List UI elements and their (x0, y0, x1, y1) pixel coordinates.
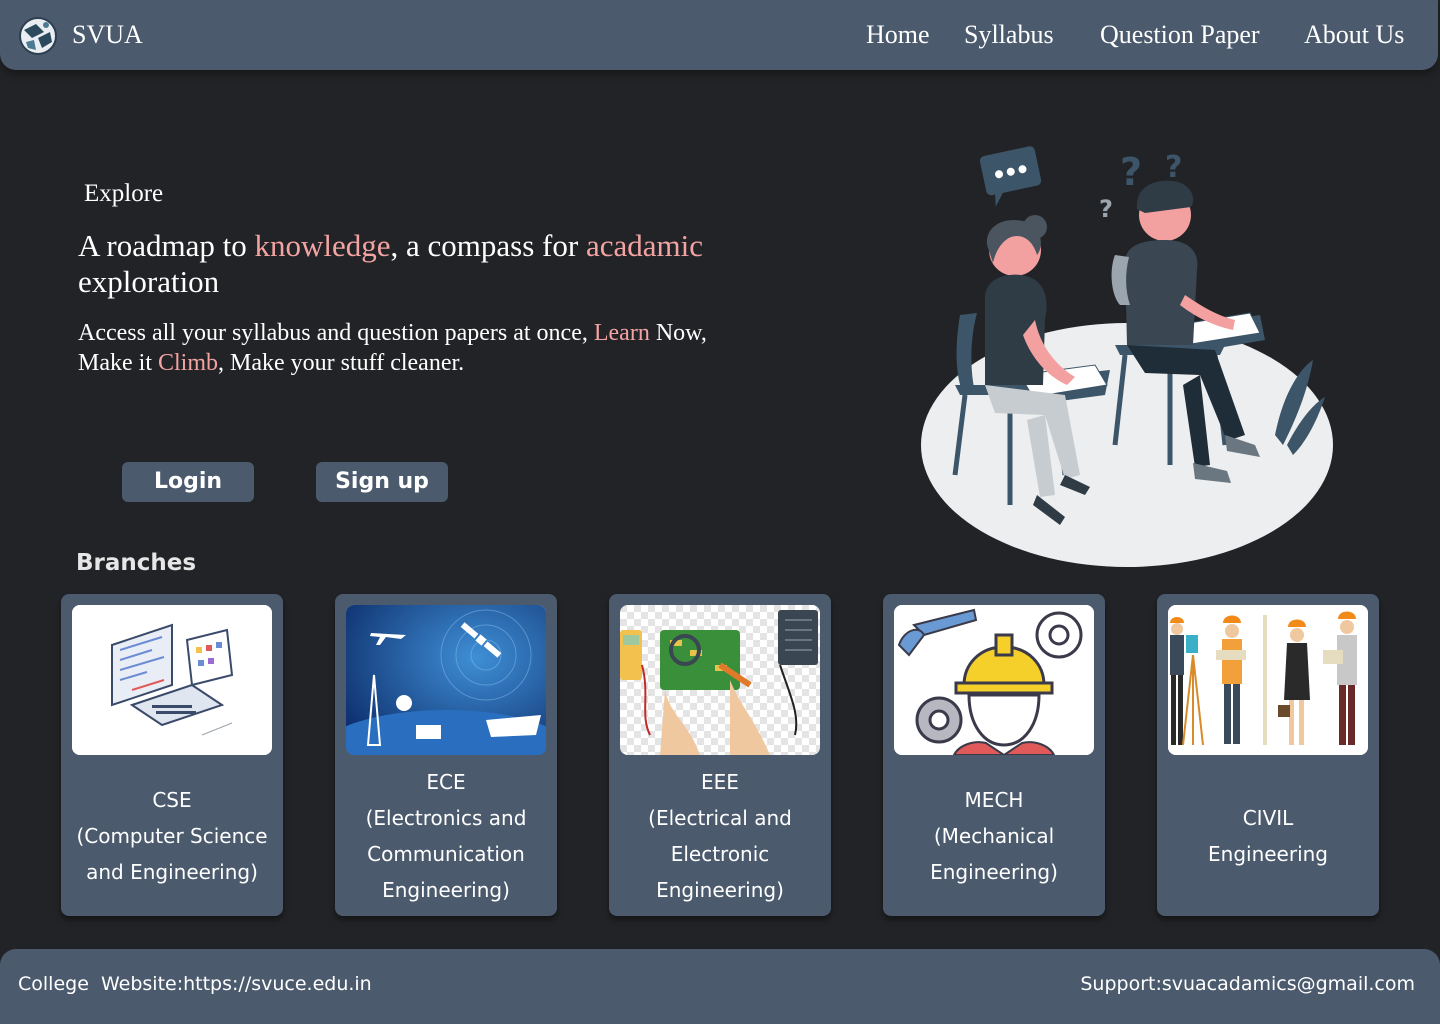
svg-text:?: ? (1165, 150, 1182, 185)
branch-label: CIVIL Engineering (1163, 755, 1373, 916)
branch-label: MECH (Mechanical Engineering) (889, 755, 1099, 916)
branch-card-eee[interactable]: EEE (Electrical and Electronic Engineeri… (609, 594, 831, 916)
branch-name-line: Engineering) (656, 877, 784, 902)
civil-engineers-illustration (1168, 605, 1368, 755)
branch-name-line: (Mechanical (933, 823, 1055, 848)
nav-link-home[interactable]: Home (866, 20, 930, 50)
branch-name-line: (Electrical and (648, 805, 792, 830)
branch-code: ECE (426, 769, 466, 794)
branch-label: ECE (Electronics and Communication Engin… (341, 755, 551, 916)
branch-code: CIVIL (1242, 805, 1294, 830)
headline-accent: knowledge (254, 228, 391, 263)
nav-link-about-us[interactable]: About Us (1304, 20, 1404, 50)
nav-link-question-paper[interactable]: Question Paper (1100, 20, 1260, 50)
svg-text:?: ? (1120, 150, 1142, 194)
headline-part: A roadmap to (78, 228, 255, 263)
headline-accent: acadamic (585, 228, 703, 263)
logo-icon[interactable] (18, 16, 58, 56)
engineer-gears-illustration (894, 605, 1094, 755)
headline-part: , a compass for (390, 228, 586, 263)
branch-card-ece[interactable]: ECE (Electronics and Communication Engin… (335, 594, 557, 916)
hero-eyebrow: Explore (84, 180, 164, 207)
headline-part: exploration (78, 264, 220, 299)
subtext-part: , Make your stuff cleaner. (218, 350, 465, 376)
branch-card-mech[interactable]: MECH (Mechanical Engineering) (883, 594, 1105, 916)
branches-heading: Branches (76, 550, 197, 576)
branch-name-line: Engineering (1208, 841, 1328, 866)
hero-headline: A roadmap to knowledge, a compass for ac… (78, 228, 718, 300)
circuit-board-illustration (620, 605, 820, 755)
students-exam-illustration: ? ? ? (915, 145, 1340, 570)
satellite-communication-illustration (346, 605, 546, 755)
signup-button[interactable]: Sign up (316, 462, 448, 502)
branch-label: EEE (Electrical and Electronic Engineeri… (615, 755, 825, 916)
nav-link-syllabus[interactable]: Syllabus (964, 20, 1054, 50)
subtext-accent: Climb (157, 350, 218, 376)
brand-name[interactable]: SVUA (72, 20, 143, 50)
college-website-link[interactable]: College Website:https://svuce.edu.in (18, 973, 372, 995)
branch-name-line: Engineering) (930, 859, 1058, 884)
branch-code: CSE (152, 787, 192, 812)
computer-illustration (72, 605, 272, 755)
branch-code: EEE (701, 769, 739, 794)
branch-name-line: (Electronics and (365, 805, 527, 830)
branch-card-cse[interactable]: CSE (Computer Science and Engineering) (61, 594, 283, 916)
support-email-link[interactable]: Support:svuacadamics@gmail.com (1080, 973, 1415, 995)
navbar: SVUA Home Syllabus Question Paper About … (0, 0, 1438, 70)
branch-name-line: Electronic (670, 841, 770, 866)
branch-label: CSE (Computer Science and Engineering) (67, 755, 277, 916)
login-button[interactable]: Login (122, 462, 254, 502)
branch-code: MECH (964, 787, 1024, 812)
subtext-part: Access all your syllabus and question pa… (78, 320, 594, 346)
footer: College Website:https://svuce.edu.in Sup… (0, 949, 1440, 1024)
branch-card-civil[interactable]: CIVIL Engineering (1157, 594, 1379, 916)
subtext-accent: Learn (593, 320, 650, 346)
branch-name-line: Communication (367, 841, 525, 866)
svg-text:?: ? (1099, 195, 1113, 223)
branch-name-line: Engineering) (382, 877, 510, 902)
branch-name-line: (Computer Science (76, 823, 268, 848)
hero-subtext: Access all your syllabus and question pa… (78, 318, 718, 378)
branch-name-line: and Engineering) (86, 859, 258, 884)
